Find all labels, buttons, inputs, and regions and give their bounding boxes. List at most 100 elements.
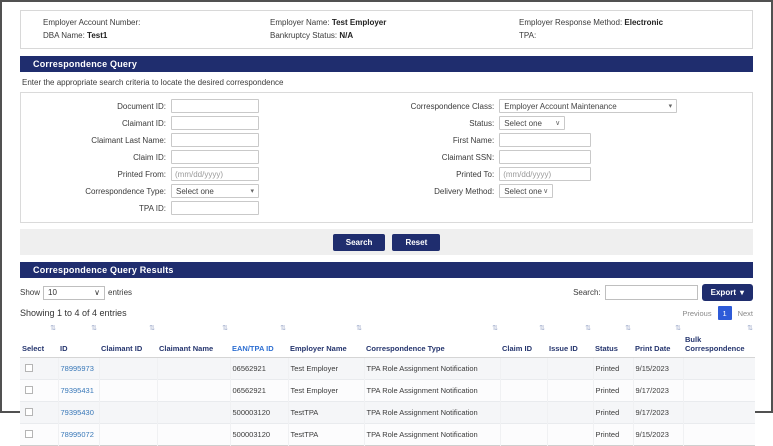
table-search-input[interactable]: [605, 285, 698, 300]
sort-icon[interactable]: ⇅: [492, 325, 498, 333]
claimant-id-input[interactable]: [171, 116, 259, 130]
claimant-id-label: Claimant ID:: [21, 119, 171, 128]
employer-account-number-label: Employer Account Number:: [43, 18, 140, 27]
sort-icon[interactable]: ⇅: [539, 325, 545, 333]
column-header-id[interactable]: ID⇅: [58, 324, 99, 358]
claim-id-label: Claim ID:: [21, 153, 171, 162]
column-header-print-date[interactable]: Print Date⇅: [633, 324, 683, 358]
info-column-3: Employer Response Method: Electronic TPA…: [519, 18, 730, 40]
column-header-status[interactable]: Status⇅: [593, 324, 633, 358]
printed-to-row: Printed To:: [379, 167, 752, 181]
pagination-page-1[interactable]: 1: [718, 306, 732, 320]
claimant-last-name-input[interactable]: [171, 133, 259, 147]
correspondence-type-value: Select one: [176, 187, 214, 196]
correspondence-id-link[interactable]: 78995973: [61, 364, 94, 373]
employer-response-method-value: Electronic: [624, 18, 663, 27]
status-select[interactable]: Select one ∨: [499, 116, 565, 130]
claimant-last-name-label: Claimant Last Name:: [21, 136, 171, 145]
column-header-claimant-id[interactable]: Claimant ID⇅: [99, 324, 157, 358]
export-label: Export: [711, 288, 736, 297]
first-name-input[interactable]: [499, 133, 591, 147]
ean-tpa-id-cell: 500003120: [230, 424, 288, 446]
status-label: Status:: [379, 119, 499, 128]
correspondence-class-row: Correspondence Class: Employer Account M…: [379, 99, 752, 113]
sort-icon[interactable]: ⇅: [222, 325, 228, 333]
pagination: Previous 1 Next: [682, 306, 753, 320]
sort-icon[interactable]: ⇅: [675, 325, 681, 333]
delivery-method-select[interactable]: Select one ∨: [499, 184, 553, 198]
claimant-ssn-input[interactable]: [499, 150, 591, 164]
claimant-name-cell: [157, 424, 230, 446]
claimant-name-cell: [157, 380, 230, 402]
column-header-correspondence-type[interactable]: Correspondence Type⇅: [364, 324, 500, 358]
table-search-label: Search:: [573, 288, 601, 297]
column-header-claim-id[interactable]: Claim ID⇅: [500, 324, 547, 358]
row-select-checkbox[interactable]: [25, 430, 33, 438]
chevron-down-icon: ∨: [555, 120, 560, 127]
issue-id-cell: [547, 424, 593, 446]
pagination-previous[interactable]: Previous: [682, 309, 711, 318]
sort-icon[interactable]: ⇅: [585, 325, 591, 333]
status-row: Status: Select one ∨: [379, 116, 752, 130]
status-cell: Printed: [593, 358, 633, 380]
sort-icon[interactable]: ⇅: [747, 325, 753, 333]
column-header-bulk-correspondence[interactable]: Bulk Correspondence⇅: [683, 324, 755, 358]
export-caret-icon: ▾: [740, 288, 744, 297]
sort-icon[interactable]: ⇅: [356, 325, 362, 333]
correspondence-type-row: Correspondence Type: Select one ▾: [21, 184, 379, 198]
column-header-employer-name[interactable]: Employer Name⇅: [288, 324, 364, 358]
correspondence-class-select[interactable]: Employer Account Maintenance ▾: [499, 99, 677, 113]
chevron-down-icon: ▾: [669, 103, 673, 110]
tpa-id-input[interactable]: [171, 201, 259, 215]
employer-name-label: Employer Name:: [270, 18, 330, 27]
claimant-id-cell: [99, 358, 157, 380]
printed-from-row: Printed From:: [21, 167, 379, 181]
row-select-checkbox[interactable]: [25, 386, 33, 394]
column-header-issue-id[interactable]: Issue ID⇅: [547, 324, 593, 358]
sort-icon[interactable]: ⇅: [50, 325, 56, 333]
claimant-id-row: Claimant ID:: [21, 116, 379, 130]
search-button[interactable]: Search: [333, 234, 386, 251]
page: Employer Account Number: DBA Name: Test1…: [2, 2, 771, 446]
bulk-correspondence-cell: [683, 380, 755, 402]
query-form-left-column: Document ID: Claimant ID: Claimant Last …: [21, 99, 379, 215]
bankruptcy-status: Bankruptcy Status: N/A: [270, 31, 519, 40]
employer-name-value: Test Employer: [332, 18, 387, 27]
sort-icon[interactable]: ⇅: [625, 325, 631, 333]
printed-to-input[interactable]: [499, 167, 591, 181]
claim-id-cell: [500, 424, 547, 446]
sort-icon[interactable]: ⇅: [149, 325, 155, 333]
printed-from-input[interactable]: [171, 167, 259, 181]
export-button[interactable]: Export ▾: [702, 284, 753, 301]
correspondence-id-link[interactable]: 78995072: [61, 430, 94, 439]
claimant-ssn-row: Claimant SSN:: [379, 150, 752, 164]
pagination-next[interactable]: Next: [738, 309, 753, 318]
show-entries-select[interactable]: 10 ∨: [43, 286, 105, 300]
claim-id-input[interactable]: [171, 150, 259, 164]
claimant-name-cell: [157, 358, 230, 380]
reset-button[interactable]: Reset: [392, 234, 440, 251]
show-label: Show: [20, 288, 40, 297]
sort-icon[interactable]: ⇅: [91, 325, 97, 333]
sort-icon[interactable]: ⇅: [280, 325, 286, 333]
claim-id-row: Claim ID:: [21, 150, 379, 164]
print-date-cell: 9/15/2023: [633, 424, 683, 446]
column-header-claimant-name[interactable]: Claimant Name⇅: [157, 324, 230, 358]
show-entries-value: 10: [48, 288, 57, 297]
correspondence-type-select[interactable]: Select one ▾: [171, 184, 259, 198]
status-cell: Printed: [593, 380, 633, 402]
column-header-ean-tpa-id[interactable]: EAN/TPA ID⇅: [230, 324, 288, 358]
claim-id-cell: [500, 358, 547, 380]
results-table: Select⇅ ID⇅ Claimant ID⇅ Claimant Name⇅ …: [20, 324, 755, 446]
document-id-input[interactable]: [171, 99, 259, 113]
row-select-checkbox[interactable]: [25, 364, 33, 372]
print-date-cell: 9/15/2023: [633, 358, 683, 380]
showing-row: Showing 1 to 4 of 4 entries Previous 1 N…: [20, 306, 753, 320]
row-select-checkbox[interactable]: [25, 408, 33, 416]
dba-name-label: DBA Name:: [43, 31, 85, 40]
column-header-select[interactable]: Select⇅: [20, 324, 58, 358]
correspondence-id-link[interactable]: 79395431: [61, 386, 94, 395]
table-search-group: Search: Export ▾: [573, 284, 753, 301]
employer-name-cell: Test Employer: [288, 358, 364, 380]
dba-name-value: Test1: [87, 31, 107, 40]
